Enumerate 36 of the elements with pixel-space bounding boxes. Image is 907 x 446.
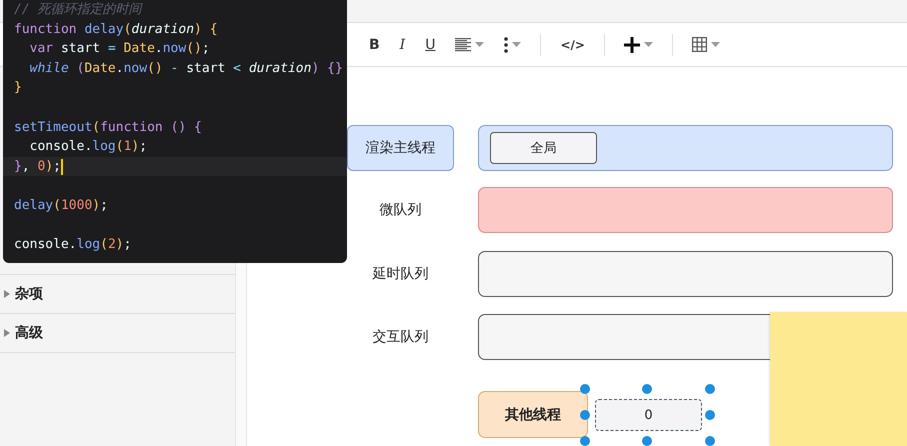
task-node[interactable]: 0	[595, 399, 702, 431]
code-line: setTimeout(function () {	[13, 118, 203, 137]
format-button[interactable]: I	[390, 30, 414, 60]
sidebar-item[interactable]: 高级	[0, 313, 235, 353]
resize-handle[interactable]	[705, 384, 715, 394]
code-line: while (Date.now() - start < duration) {}	[28, 60, 344, 78]
format-button[interactable]: U	[416, 30, 444, 60]
queue-label: 微队列	[378, 201, 422, 220]
align-icon	[455, 38, 472, 52]
thread-node: 渲染主线程	[347, 125, 454, 171]
queue-label: 交互队列	[372, 328, 430, 347]
code-line: console.log(2);	[13, 236, 132, 254]
code-line: delay(1000);	[13, 196, 109, 215]
queue-label: 延时队列	[372, 265, 430, 284]
code-line: var start = Date.now();	[28, 40, 211, 58]
plus-icon	[624, 36, 640, 52]
format-button[interactable]: </>	[551, 30, 594, 60]
code-line: }	[13, 79, 23, 98]
text-cursor	[60, 158, 63, 175]
format-button[interactable]: B	[360, 30, 389, 60]
code-line: function delay(duration) {	[13, 20, 219, 39]
task-node[interactable]: 全局	[490, 132, 597, 164]
resize-handle[interactable]	[642, 436, 652, 446]
resize-handle[interactable]	[580, 410, 590, 420]
resize-handle[interactable]	[580, 384, 590, 394]
table-icon	[692, 37, 707, 52]
code-line: console.log(1);	[28, 138, 148, 156]
resize-handle[interactable]	[705, 410, 715, 420]
resize-handle[interactable]	[580, 436, 590, 446]
resize-handle[interactable]	[642, 384, 652, 394]
code-line: // 死循环指定的时间	[13, 1, 144, 19]
thread-node: 其他线程	[478, 391, 588, 438]
vertical-dots-icon	[504, 36, 508, 52]
sidebar-item-label: 杂项	[15, 285, 43, 303]
sidebar-item-label: 高级	[15, 324, 43, 342]
resize-handle[interactable]	[705, 436, 715, 446]
